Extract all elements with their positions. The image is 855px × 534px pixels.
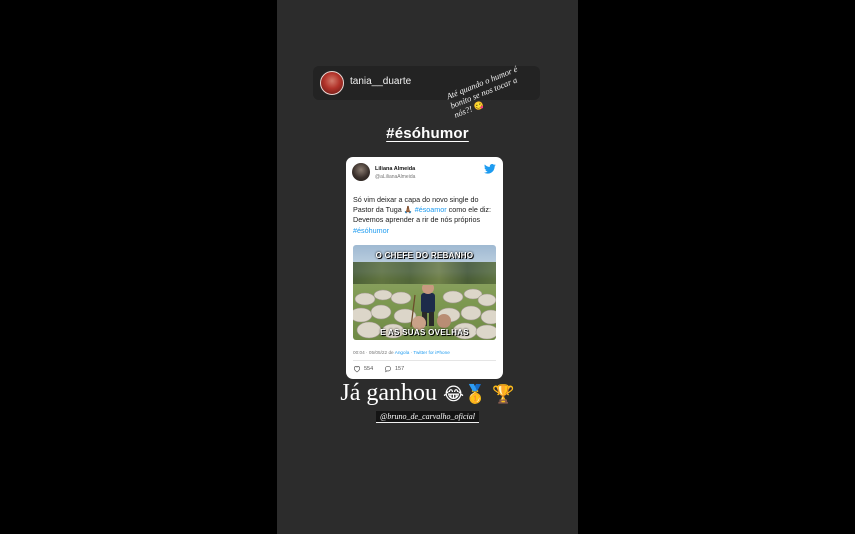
caption[interactable]: Já ganhou 😂🥇 🏆 [277, 380, 578, 407]
tree-line [353, 262, 496, 284]
tweet-card[interactable]: Liliana Almeida @aLilianaAlmeida Só vim … [346, 157, 503, 379]
hashtag-sticker[interactable]: #ésóhumor [277, 125, 578, 142]
tweet-author-name: Liliana Almeida [375, 166, 416, 172]
reply-count[interactable]: 157 [384, 365, 404, 373]
note-emoji: 😋 [472, 99, 485, 112]
meme-bottom-text: E AS SUAS OVELHAS [380, 328, 469, 337]
like-count-value: 554 [364, 366, 374, 372]
hashtag-link[interactable]: #ésóhumor [353, 226, 389, 235]
heart-icon [353, 366, 361, 373]
mention-text: @bruno_de_carvalho_oficial [376, 411, 479, 423]
caption-text: Já ganhou [340, 380, 438, 406]
reply-count-value: 157 [395, 366, 405, 372]
avatar[interactable] [320, 71, 344, 95]
tweet-meta: 00:04 · 05/05/22 de Angola · Twitter for… [353, 350, 450, 355]
story-frame: tania__duarte Até quando o humor é bonit… [277, 0, 578, 534]
tweet-avatar [352, 163, 370, 181]
tweet-timestamp: 00:04 · 05/05/22 de [353, 350, 395, 355]
meme-image[interactable]: O CHEFE DO REBANHO E AS SUAS OVELHAS [353, 245, 496, 340]
username[interactable]: tania__duarte [350, 76, 411, 87]
reply-icon [384, 365, 392, 373]
hashtag-text: #ésóhumor [386, 125, 469, 142]
mention-sticker[interactable]: @bruno_de_carvalho_oficial [277, 411, 578, 423]
hashtag-link[interactable]: #ésoamor [415, 205, 447, 214]
tweet-source[interactable]: Twitter for iPhone [413, 350, 449, 355]
divider [353, 360, 496, 361]
like-count[interactable]: 554 [353, 365, 373, 373]
twitter-bird-icon [484, 164, 496, 174]
caption-emojis: 😂🥇 🏆 [443, 384, 515, 405]
tweet-location[interactable]: Angola [395, 350, 410, 355]
tweet-author-handle: @aLilianaAlmeida [375, 174, 416, 180]
tweet-text: Só vim deixar a capa do novo single do P… [353, 195, 499, 236]
meme-top-text: O CHEFE DO REBANHO [375, 251, 474, 260]
